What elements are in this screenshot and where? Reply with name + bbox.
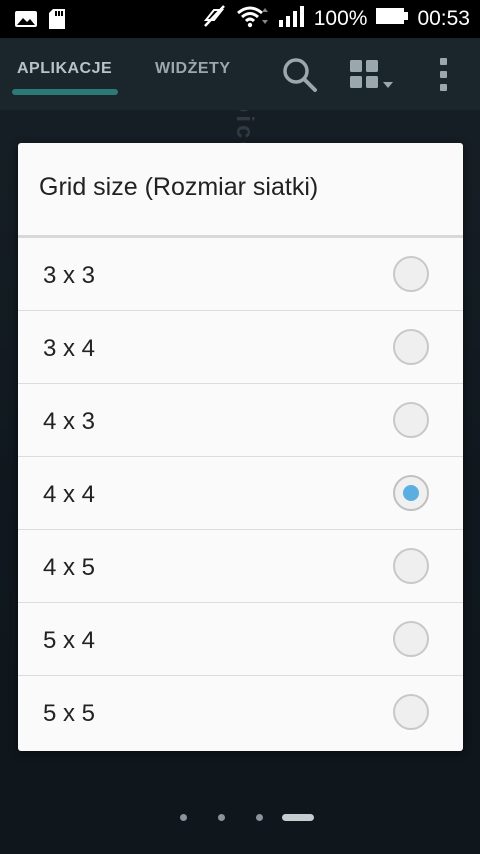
active-tab-indicator: [12, 89, 118, 95]
wifi-icon: [236, 4, 270, 34]
current-page-indicator[interactable]: [282, 814, 314, 821]
option-label: 5 x 4: [43, 627, 96, 654]
option-4x5[interactable]: 4 x 5: [18, 530, 463, 603]
sd-card-icon: [48, 8, 66, 36]
status-bar: 100% 00:53: [0, 0, 480, 38]
clock: 00:53: [417, 7, 470, 30]
page-dot[interactable]: [180, 814, 187, 821]
page-dot[interactable]: [256, 814, 263, 821]
image-icon: [14, 9, 38, 35]
grid-size-dialog: Grid size (Rozmiar siatki) 3 x 3 3 x 4 4…: [18, 143, 463, 751]
radio-button[interactable]: [393, 548, 429, 584]
radio-button[interactable]: [393, 621, 429, 657]
option-label: 4 x 5: [43, 554, 96, 581]
option-3x4[interactable]: 3 x 4: [18, 311, 463, 384]
page-indicator: [0, 812, 480, 824]
signal-icon: [278, 4, 306, 34]
radio-button[interactable]: [393, 694, 429, 730]
option-3x3[interactable]: 3 x 3: [18, 238, 463, 311]
battery-percent: 100%: [313, 7, 368, 30]
overflow-menu-icon[interactable]: [437, 56, 451, 99]
radio-button[interactable]: [393, 402, 429, 438]
option-5x4[interactable]: 5 x 4: [18, 603, 463, 676]
tab-applications[interactable]: APLIKACJE: [17, 60, 112, 78]
radio-button[interactable]: [393, 329, 429, 365]
radio-button-selected[interactable]: [393, 475, 429, 511]
battery-icon: [375, 6, 409, 32]
option-label: 3 x 4: [43, 335, 96, 362]
muted-icon: [202, 4, 228, 34]
radio-button[interactable]: [393, 256, 429, 292]
page-dot[interactable]: [218, 814, 225, 821]
app-bar: APLIKACJE WIDŻETY: [0, 38, 480, 110]
option-4x4[interactable]: 4 x 4: [18, 457, 463, 530]
search-icon[interactable]: [281, 56, 319, 99]
dialog-title: Grid size (Rozmiar siatki): [39, 173, 319, 201]
tab-widgets[interactable]: WIDŻETY: [155, 60, 231, 78]
grid-size-options: 3 x 3 3 x 4 4 x 3 4 x 4 4 x 5 5 x 4 5 x …: [18, 238, 463, 749]
option-label: 4 x 4: [43, 481, 96, 508]
grid-view-icon[interactable]: [348, 58, 396, 97]
option-5x5[interactable]: 5 x 5: [18, 676, 463, 749]
option-label: 4 x 3: [43, 408, 96, 435]
option-label: 3 x 3: [43, 262, 96, 289]
option-4x3[interactable]: 4 x 3: [18, 384, 463, 457]
option-label: 5 x 5: [43, 700, 96, 727]
